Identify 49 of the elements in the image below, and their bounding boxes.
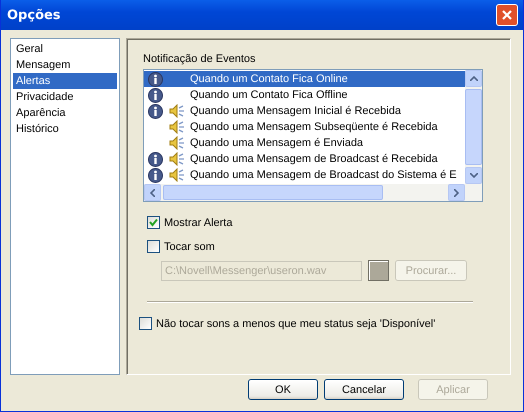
event-row[interactable]: Quando uma Mensagem Subseqüente é Recebida bbox=[144, 119, 465, 135]
vertical-scrollbar[interactable] bbox=[465, 70, 482, 184]
caret-left-icon bbox=[150, 188, 155, 196]
scroll-right-button[interactable] bbox=[448, 184, 465, 201]
sidebar-item[interactable]: Aparência bbox=[13, 105, 117, 121]
event-row[interactable]: Quando uma Mensagem de Broadcast do Sistema é E bbox=[144, 167, 465, 183]
color-button[interactable] bbox=[368, 260, 389, 281]
info-icon bbox=[148, 104, 162, 118]
window-title: Opções bbox=[7, 8, 61, 22]
caret-down-icon bbox=[470, 173, 478, 178]
dialog-button[interactable]: OK bbox=[248, 379, 318, 400]
event-row[interactable]: Quando uma Mensagem Inicial é Recebida bbox=[144, 103, 465, 119]
checkbox-label: Mostrar Alerta bbox=[164, 216, 232, 228]
info-icon bbox=[148, 72, 162, 86]
speaker-icon bbox=[169, 152, 185, 166]
checkbox[interactable] bbox=[147, 240, 160, 253]
checkbox-label: Tocar som bbox=[164, 240, 215, 252]
info-icon bbox=[148, 168, 162, 182]
caret-up-icon bbox=[470, 76, 478, 81]
checkbox[interactable] bbox=[147, 216, 160, 229]
scroll-thumb[interactable] bbox=[465, 89, 482, 165]
event-row[interactable]: Quando um Contato Fica Online bbox=[144, 71, 465, 87]
event-row[interactable]: Quando uma Mensagem é Enviada bbox=[144, 135, 465, 151]
scrollbar-corner bbox=[465, 184, 482, 201]
scroll-down-button[interactable] bbox=[465, 167, 482, 184]
scroll-thumb[interactable] bbox=[163, 185, 383, 200]
speaker-icon bbox=[169, 168, 185, 182]
event-row[interactable]: Quando um Contato Fica Offline bbox=[144, 87, 465, 103]
close-icon bbox=[501, 9, 513, 21]
horizontal-scrollbar[interactable] bbox=[144, 184, 465, 201]
close-button[interactable] bbox=[496, 4, 518, 26]
speaker-icon bbox=[169, 120, 185, 134]
dialog-button[interactable]: Cancelar bbox=[324, 379, 404, 400]
sidebar-item[interactable]: Mensagem bbox=[13, 57, 117, 73]
sidebar-item[interactable]: Geral bbox=[13, 41, 117, 57]
checkbox-label: Não tocar sons a menos que meu status seja 'Disponível' bbox=[156, 318, 436, 330]
sidebar-item[interactable]: Privacidade bbox=[13, 89, 117, 105]
sidebar-item[interactable]: Histórico bbox=[13, 121, 117, 137]
scroll-left-button[interactable] bbox=[144, 184, 161, 201]
event-row[interactable]: Quando uma Mensagem de Broadcast é Recebida bbox=[144, 151, 465, 167]
caret-right-icon bbox=[454, 188, 459, 196]
speaker-icon bbox=[169, 136, 185, 150]
info-icon bbox=[148, 88, 162, 102]
events-label: Notificação de Eventos bbox=[143, 53, 257, 65]
scroll-up-button[interactable] bbox=[465, 70, 482, 87]
info-icon bbox=[148, 152, 162, 166]
checkbox[interactable] bbox=[139, 317, 152, 330]
sidebar-item[interactable]: Alertas bbox=[13, 73, 117, 89]
speaker-icon bbox=[169, 104, 185, 118]
